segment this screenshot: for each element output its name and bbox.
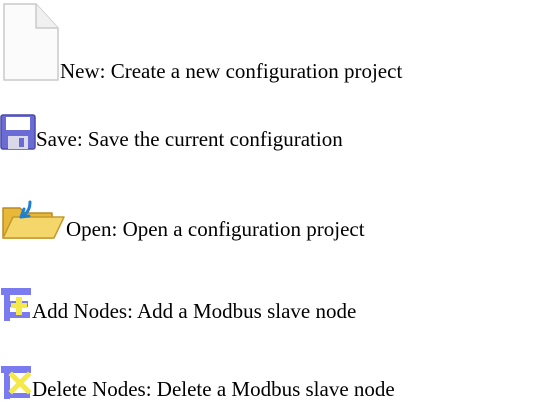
new-label: New: Create a new configuration project xyxy=(60,59,403,83)
document-page: { "toolbar_items": [ { "icon": "new-file… xyxy=(0,0,549,408)
add-nodes-item: Add Nodes: Add a Modbus slave node xyxy=(0,286,356,322)
open-folder-icon xyxy=(2,200,65,239)
save-label: Save: Save the current configuration xyxy=(36,127,343,151)
new-file-icon xyxy=(3,3,59,81)
add-nodes-icon xyxy=(1,288,31,321)
delete-nodes-label: Delete Nodes: Delete a Modbus slave node xyxy=(32,377,395,401)
open-item: Open: Open a configuration project xyxy=(0,200,365,240)
delete-nodes-icon xyxy=(1,366,32,399)
save-floppy-icon xyxy=(0,114,36,150)
add-nodes-label: Add Nodes: Add a Modbus slave node xyxy=(32,299,357,323)
delete-nodes-item: Delete Nodes: Delete a Modbus slave node xyxy=(0,364,395,400)
save-item: Save: Save the current configuration xyxy=(0,114,343,150)
open-label: Open: Open a configuration project xyxy=(66,217,365,241)
new-item: New: Create a new configuration project xyxy=(0,2,402,82)
